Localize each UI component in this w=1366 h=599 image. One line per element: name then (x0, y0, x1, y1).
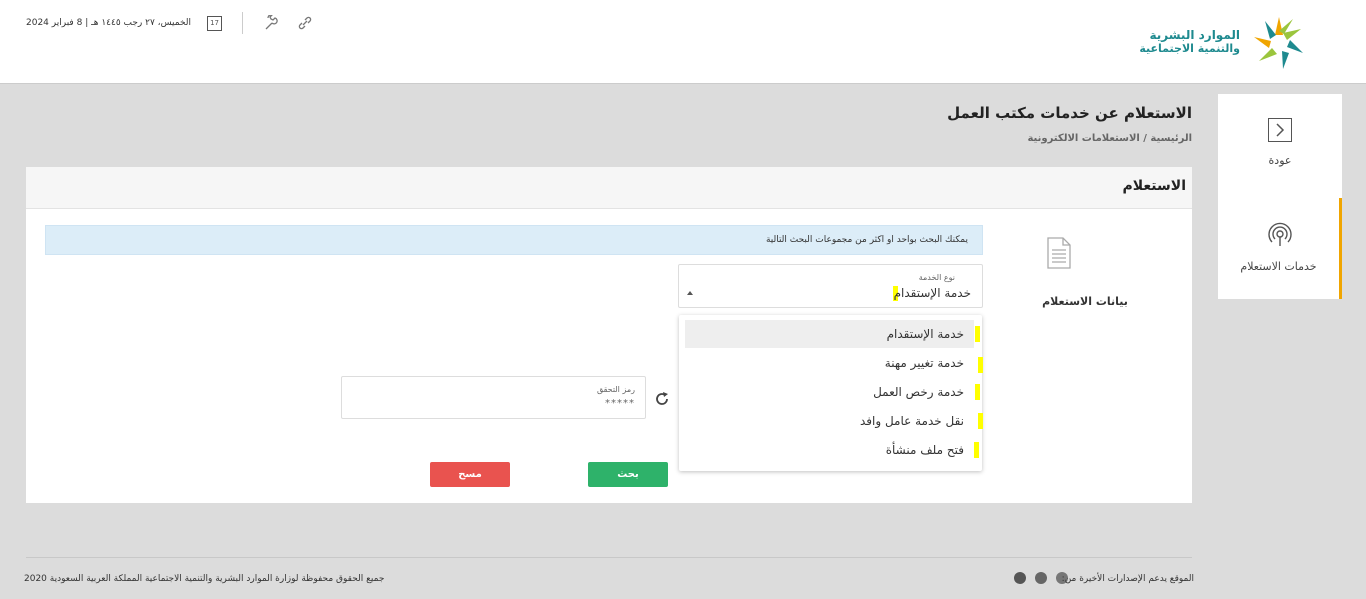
dropdown-option[interactable]: فتح ملف منشأة (685, 436, 979, 464)
highlight-marker (974, 442, 979, 458)
footer-browsers-text: الموقع يدعم الإصدارات الأخيرة من: (1061, 574, 1194, 584)
breadcrumb[interactable]: الرئيسية / الاستعلامات الالكترونية (1027, 133, 1192, 144)
dropdown-option[interactable]: نقل خدمة عامل وافد (685, 407, 983, 435)
caret-up-icon (687, 291, 693, 295)
inquiry-card: الاستعلام (26, 167, 1192, 503)
logo-star-icon (1254, 17, 1303, 69)
wrench-icon[interactable] (263, 15, 279, 31)
back-label: عودة (1268, 154, 1292, 167)
card-title: الاستعلام (1122, 178, 1187, 194)
firefox-icon (1035, 572, 1047, 584)
highlight-marker (978, 357, 983, 373)
calendar-icon: 17 (207, 15, 223, 31)
clear-button[interactable]: مسح (430, 462, 510, 487)
refresh-icon[interactable] (654, 391, 670, 407)
inquiry-services-label: خدمات الاستعلام (1240, 260, 1317, 273)
captcha-label: رمز التحقق (596, 385, 635, 394)
highlight-marker (975, 326, 980, 342)
dropdown-option[interactable]: خدمة تغيير مهنة (685, 349, 983, 377)
dropdown-option[interactable]: خدمة رخص العمل (685, 378, 980, 406)
back-arrow-icon (1268, 118, 1292, 142)
logo-line2: والتنمية الاجتماعية (1139, 42, 1240, 55)
header-divider (242, 12, 244, 34)
info-text: يمكنك البحث بواحد او اكثر من مجموعات الب… (765, 235, 968, 245)
browser-icons (1014, 572, 1068, 584)
ministry-logo[interactable]: الموارد البشرية والتنمية الاجتماعية (1090, 16, 1310, 70)
dropdown-option[interactable]: خدمة الإستقدام (685, 320, 980, 348)
top-header: الموارد البشرية والتنمية الاجتماعية الخم… (0, 0, 1366, 84)
captcha-input[interactable]: رمز التحقق ***** (341, 376, 646, 419)
service-type-dropdown: خدمة الإستقدام خدمة تغيير مهنة خدمة رخص … (679, 315, 983, 471)
broadcast-icon (1268, 222, 1292, 246)
edge-icon (1014, 572, 1026, 584)
page-title: الاستعلام عن خدمات مكتب العمل (947, 104, 1192, 122)
search-button[interactable]: بحث (588, 462, 668, 487)
document-icon (1047, 237, 1071, 269)
header-tools: الخميس، ٢٧ رجب ١٤٤٥ هـ | 8 فبراير 2024 1… (26, 12, 313, 34)
card-header: الاستعلام (26, 167, 1192, 209)
logo-line1: الموارد البشرية (1149, 28, 1240, 42)
inquiry-data-label: بيانات الاستعلام (1042, 295, 1128, 308)
service-type-label: نوع الخدمة (918, 273, 955, 282)
footer-copyright: جميع الحقوق محفوظة لوزارة الموارد البشري… (24, 574, 385, 584)
back-button[interactable]: عودة (1218, 94, 1342, 194)
sidebar-item-inquiry-services[interactable]: خدمات الاستعلام (1218, 198, 1342, 299)
highlight-marker (978, 413, 983, 429)
footer-divider (26, 557, 1192, 558)
highlight-marker (975, 384, 980, 400)
logo-text: الموارد البشرية والتنمية الاجتماعية (1139, 16, 1240, 56)
link-icon[interactable] (297, 15, 313, 31)
info-alert: يمكنك البحث بواحد او اكثر من مجموعات الب… (45, 225, 983, 255)
captcha-value: ***** (605, 398, 635, 409)
current-date: الخميس، ٢٧ رجب ١٤٤٥ هـ | 8 فبراير 2024 (26, 18, 192, 28)
service-type-value: خدمة الإستقدام (892, 286, 971, 301)
side-panel: عودة خدمات الاستعلام (1218, 94, 1342, 299)
service-type-select[interactable]: نوع الخدمة خدمة الإستقدام (678, 264, 983, 308)
